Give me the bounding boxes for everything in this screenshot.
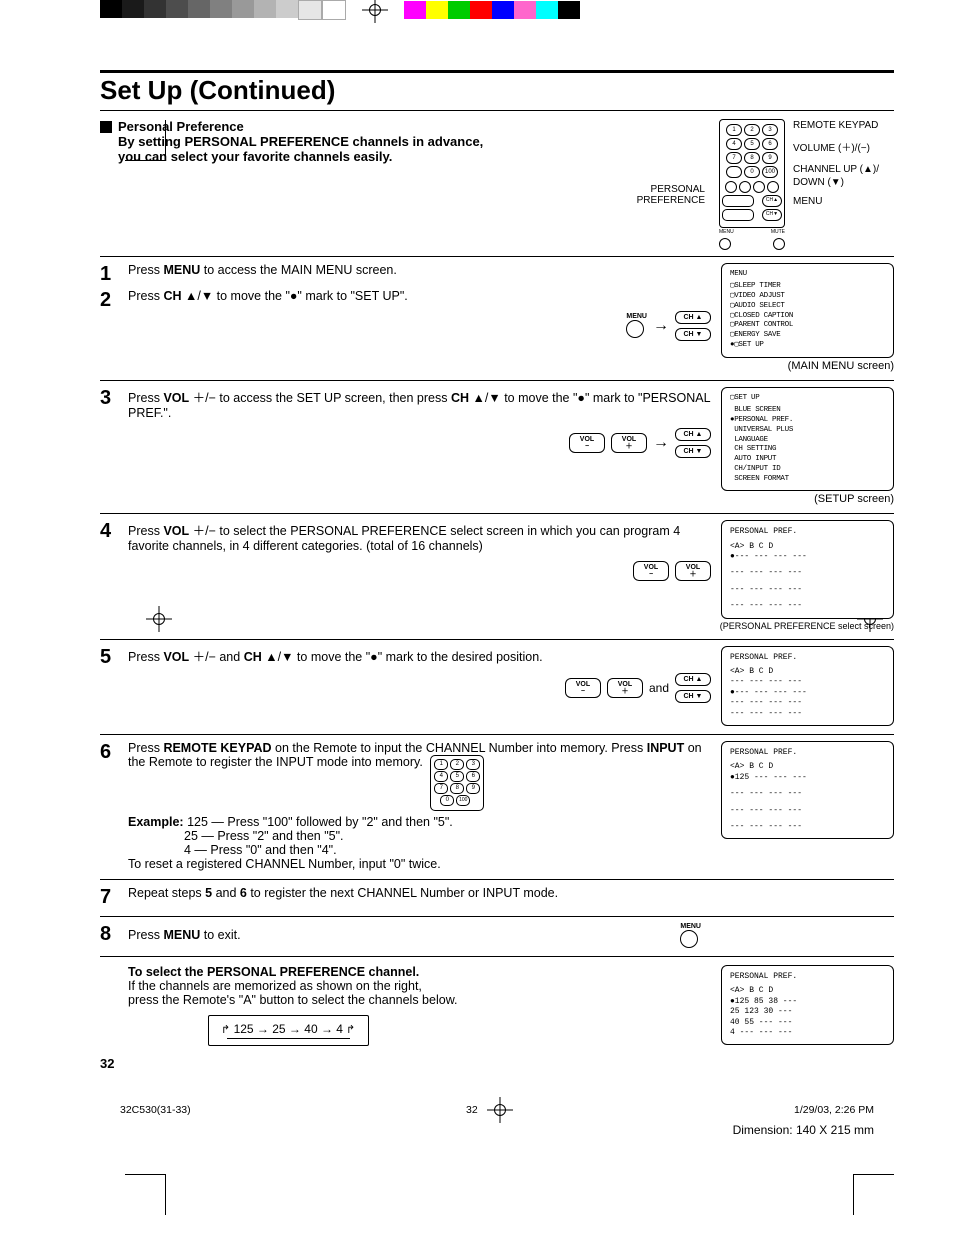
select-text: press the Remote's "A" button to select … [128,993,711,1007]
screen-caption: (SETUP screen) [719,493,894,505]
setup-screen: ▢SET UP BLUE SCREEN ●PERSONAL PREF. UNIV… [721,387,894,492]
ch-up-button: CH ▲ [675,428,711,441]
personal-pref-label: PERSONALPREFERENCE [637,184,705,206]
vol-minus-button: VOL − [633,561,669,581]
select-text: If the channels are memorized as shown o… [128,979,711,993]
step-number: 1 [100,263,128,285]
step-body: Repeat steps 5 and 6 to register the nex… [128,886,894,908]
menu-button-icon [680,930,698,948]
ch-down-button: CH ▼ [675,445,711,458]
step-body: Press VOL ＋/− to access the SET UP scree… [128,387,719,506]
ch-down-button: CH ▼ [675,328,711,341]
screen-caption: (MAIN MENU screen) [719,360,894,372]
crop-mark [125,1174,166,1215]
intro-heading: Personal Preference [118,119,488,134]
footer-mid: 32 [466,1101,519,1119]
step-number: 4 [100,520,128,630]
step-number: 3 [100,387,128,506]
step-body: Press CH ▲/▼ to move the "●" mark to "SE… [128,289,719,341]
pp-final-screen: PERSONAL PREF. <A> B C D ●125 85 38 --- … [721,965,894,1045]
crop-mark [853,1174,894,1215]
printer-color-bar [0,0,954,20]
screen-caption: (PERSONAL PREFERENCE select screen) [719,621,894,631]
vol-plus-button: VOL ＋ [607,678,643,698]
remote-diagram: 123 456 789 0100 CH▲ CH▼ MENUMUTE [719,119,785,252]
vol-plus-button: VOL ＋ [611,433,647,453]
step-number: 7 [100,886,128,908]
ch-up-button: CH ▲ [675,311,711,324]
step-body: Press VOL ＋/− and CH ▲/▼ to move the "●"… [128,646,719,726]
step-body: Press MENU to exit. MENU [128,923,719,948]
page-title: Set Up (Continued) [100,75,894,111]
page-title-bar: Set Up (Continued) [100,70,894,111]
vol-minus-button: VOL − [565,678,601,698]
ch-down-button: CH ▼ [675,690,711,703]
footer: 32C530(31-33) 32 1/29/03, 2:26 PM [100,1101,894,1119]
main-menu-screen: MENU ▢SLEEP TIMER ▢VIDEO ADJUST ▢AUDIO S… [721,263,894,358]
registration-mark-top [366,1,384,19]
remote-labels: REMOTE KEYPAD VOLUME (＋)/(−) CHANNEL UP … [793,119,894,252]
step-body: Press VOL ＋/− to select the PERSONAL PRE… [128,520,719,630]
step-number: 5 [100,646,128,726]
page-number: 32 [100,1056,894,1071]
step-number: 8 [100,923,128,948]
step-body: Press MENU to access the MAIN MENU scree… [128,263,719,285]
cycle-box: ↱ 125 → 25 → 40 → 4 ↰ [208,1015,369,1046]
step-body: Press REMOTE KEYPAD on the Remote to inp… [128,741,719,871]
keypad-icon: 123 456 789 0100 [430,755,484,811]
pp-select-screen: PERSONAL PREF. <A> B C D ●--- --- --- --… [721,520,894,618]
dimension-text: Dimension: 140 X 215 mm [100,1123,894,1137]
intro-text: By setting PERSONAL PREFERENCE channels … [118,134,488,164]
menu-button-icon [626,320,644,338]
footer-date: 1/29/03, 2:26 PM [794,1104,874,1116]
vol-plus-button: VOL ＋ [675,561,711,581]
pp-position-screen: PERSONAL PREF. <A> B C D --- --- --- ---… [721,646,894,726]
select-heading: To select the PERSONAL PREFERENCE channe… [128,965,711,979]
vol-minus-button: VOL − [569,433,605,453]
step-number: 6 [100,741,128,871]
footer-file: 32C530(31-33) [120,1104,191,1116]
section-bullet [100,121,112,133]
pp-125-screen: PERSONAL PREF. <A> B C D ●125 --- --- --… [721,741,894,839]
ch-up-button: CH ▲ [675,673,711,686]
step-number: 2 [100,289,128,341]
